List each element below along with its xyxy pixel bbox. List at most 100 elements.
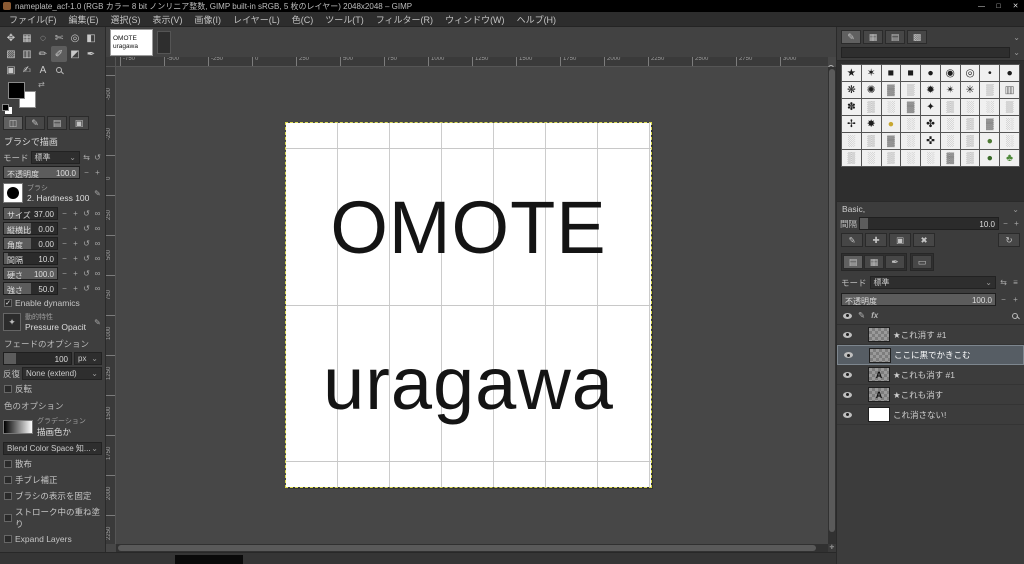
reset-icon[interactable]: ↺ <box>82 254 91 263</box>
link-icon[interactable]: ∞ <box>93 254 102 263</box>
link-icon[interactable]: ∞ <box>93 224 102 233</box>
brush-thumbnail[interactable]: ✤ <box>921 116 940 132</box>
brush-thumbnail[interactable]: ▓ <box>881 82 901 98</box>
minimize-button[interactable]: — <box>973 3 990 10</box>
plus-icon[interactable]: + <box>71 209 80 218</box>
effects-icon[interactable]: fx <box>871 311 878 320</box>
plus-icon[interactable]: + <box>1011 295 1020 304</box>
lock-pixels-icon[interactable]: ✎ <box>858 310 865 321</box>
brush-thumbnail[interactable]: ▒ <box>1000 99 1019 115</box>
menu-item[interactable]: ウィンドウ(W) <box>439 13 511 26</box>
visibility-toggle[interactable] <box>840 370 854 380</box>
brush-thumbnail[interactable]: ✦ <box>921 99 940 115</box>
aspect-ratio-slider[interactable]: 縦横比 0.00 <box>3 222 58 235</box>
brush-thumbnail[interactable]: ● <box>881 116 901 132</box>
plus-icon[interactable]: + <box>93 168 102 177</box>
layer-row[interactable]: これ消さない! <box>837 405 1024 425</box>
brush-group-row[interactable]: Basic, ⌄ <box>837 202 1024 216</box>
force-slider[interactable]: 強さ 50.0 <box>3 282 58 295</box>
opacity-slider[interactable]: 不透明度 100.0 <box>3 166 80 179</box>
link-icon[interactable]: ∞ <box>93 239 102 248</box>
mode-switch-icon[interactable]: ⇆ <box>82 153 91 162</box>
tab-menu-button[interactable] <box>157 31 171 54</box>
tool-options-tab[interactable]: ✎ <box>25 116 45 130</box>
brush-thumbnail[interactable]: ▓ <box>901 99 921 115</box>
brush-thumbnail[interactable]: ▒ <box>861 133 881 149</box>
brush-thumbnail[interactable]: ▒ <box>940 99 960 115</box>
brush-thumbnail[interactable]: ▒ <box>980 82 1000 98</box>
option-checkbox[interactable]: 散布 <box>0 456 105 472</box>
plus-icon[interactable]: + <box>71 224 80 233</box>
vertical-ruler[interactable]: -500 -250 0 250 500 750 1000 1250 1500 1750 2000 22… <box>106 67 116 544</box>
brush-thumbnail[interactable]: ▒ <box>861 99 881 115</box>
visibility-toggle[interactable] <box>840 410 854 420</box>
blend-color-space-select[interactable]: Blend Color Space 知... ⌄ <box>3 442 102 455</box>
size-slider[interactable]: サイズ 37.00 <box>3 207 58 220</box>
visibility-toggle[interactable] <box>840 390 854 400</box>
brush-thumbnail[interactable]: ◎ <box>960 65 980 81</box>
brush-thumbnail[interactable]: ░ <box>842 133 861 149</box>
reset-icon[interactable]: ↺ <box>82 224 91 233</box>
paint-mode-select[interactable]: 標準 ⌄ <box>30 151 80 164</box>
brush-thumbnail[interactable]: ★ <box>842 65 861 81</box>
brush-thumbnail[interactable]: • <box>980 65 1000 81</box>
edit-dynamics-icon[interactable]: ✎ <box>93 318 102 327</box>
brush-thumbnail[interactable]: ◉ <box>940 65 960 81</box>
navigation-button[interactable]: ✛ <box>828 544 836 552</box>
crop-tool[interactable]: ◧ <box>83 30 99 46</box>
option-checkbox[interactable]: ブラシの表示を固定 <box>0 488 105 504</box>
option-checkbox[interactable]: 手ブレ補正 <box>0 472 105 488</box>
reset-icon[interactable]: ↺ <box>82 239 91 248</box>
menu-item[interactable]: ツール(T) <box>319 13 370 26</box>
enable-dynamics-checkbox[interactable]: ✓ Enable dynamics <box>0 296 105 310</box>
chevron-down-icon[interactable]: ⌄ <box>1013 33 1020 42</box>
brush-thumbnail[interactable]: ░ <box>960 99 980 115</box>
minus-icon[interactable]: − <box>999 295 1008 304</box>
ink-tool[interactable]: ✒ <box>83 46 99 62</box>
brush-thumbnail[interactable]: ■ <box>901 65 921 81</box>
rect-select-tool[interactable]: ▦ <box>19 30 35 46</box>
color-options-section[interactable]: 色のオプション <box>0 397 105 413</box>
layer-row[interactable]: ここに黒でかきこむ <box>837 345 1024 365</box>
duplicate-brush-button[interactable]: ▣ <box>889 233 911 247</box>
delete-brush-button[interactable]: ✖ <box>913 233 935 247</box>
brush-thumbnail[interactable]: ✸ <box>861 116 881 132</box>
menu-item[interactable]: ファイル(F) <box>3 13 63 26</box>
brush-thumbnail[interactable]: ▒ <box>960 116 980 132</box>
brush-thumbnail[interactable]: ● <box>921 65 940 81</box>
brush-thumbnail[interactable]: ░ <box>901 150 921 166</box>
menu-item[interactable]: ヘルプ(H) <box>511 13 563 26</box>
refresh-brushes-button[interactable]: ↻ <box>998 233 1020 247</box>
brush-thumbnail[interactable]: ✳ <box>960 82 980 98</box>
edit-brush-icon[interactable]: ✎ <box>93 189 102 198</box>
dockable-tab[interactable]: ✎ <box>841 30 861 44</box>
vertical-scrollbar[interactable] <box>828 67 836 544</box>
gradient-selector[interactable]: グラデーション 描画色か <box>0 413 105 441</box>
paintbrush-tool[interactable]: ✐ <box>51 46 67 62</box>
free-select-tool[interactable]: ◌ <box>35 30 51 46</box>
brush-thumbnail[interactable]: ▒ <box>881 150 901 166</box>
tool-options-tab[interactable]: ▤ <box>47 116 67 130</box>
plus-icon[interactable]: + <box>71 239 80 248</box>
layer-opacity-slider[interactable]: 不透明度 100.0 <box>841 293 996 306</box>
brush-thumbnail[interactable]: ░ <box>980 99 1000 115</box>
brush-thumbnail[interactable]: ● <box>1000 65 1019 81</box>
brush-thumbnail[interactable]: ▓ <box>940 150 960 166</box>
option-checkbox[interactable]: ストローク中の重ね塗り <box>0 504 105 532</box>
brush-thumbnail[interactable]: ✹ <box>921 82 940 98</box>
switch-mode-icon[interactable]: ⇆ <box>999 278 1008 287</box>
bucket-fill-tool[interactable]: ▨ <box>3 46 19 62</box>
tool-options-tab[interactable]: ▣ <box>69 116 89 130</box>
brush-thumbnail[interactable]: ✺ <box>861 82 881 98</box>
brush-thumbnail[interactable]: ✽ <box>842 99 861 115</box>
foreground-color-swatch[interactable] <box>8 82 25 99</box>
gradient-tool[interactable]: ▥ <box>19 46 35 62</box>
brush-thumbnail[interactable]: ▒ <box>901 82 921 98</box>
vertical-scroll-thumb[interactable] <box>829 69 835 532</box>
ruler-corner[interactable] <box>106 57 116 67</box>
layer-row[interactable]: ★これ消す #1 <box>837 325 1024 345</box>
minus-icon[interactable]: − <box>1001 219 1010 228</box>
fuzzy-select-tool[interactable]: ◎ <box>67 30 83 46</box>
brush-thumbnail[interactable]: ✶ <box>861 65 881 81</box>
brush-thumbnail[interactable]: ░ <box>881 99 901 115</box>
